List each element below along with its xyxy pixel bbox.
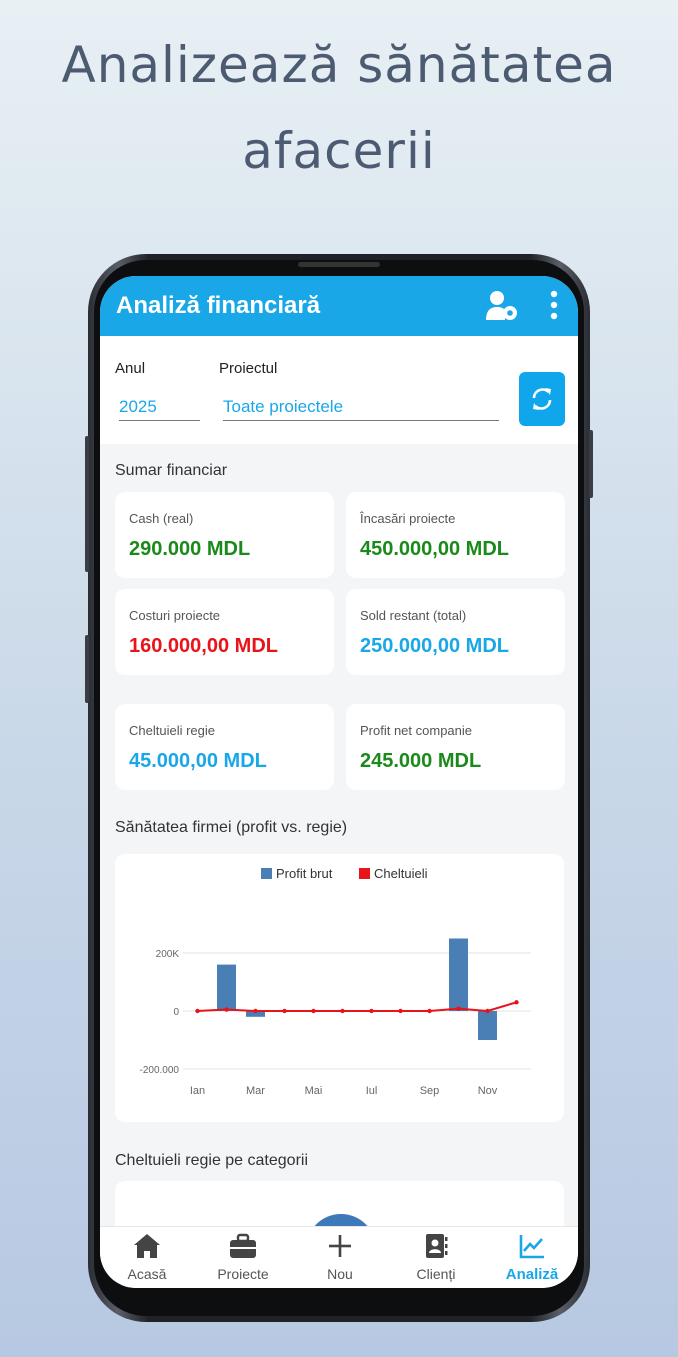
bar-Oct	[449, 938, 468, 1011]
nav-projects[interactable]: Proiecte	[198, 1233, 288, 1282]
card-value: 450.000,00 MDL	[360, 538, 509, 560]
side-button	[85, 635, 89, 703]
app-screen: Analiză financiară Anul 2025 Proiectul T…	[100, 276, 578, 1288]
expense-point-Apr	[282, 1008, 287, 1014]
summary-title: Sumar financiar	[115, 462, 228, 479]
expense-point-Aug	[398, 1008, 403, 1014]
card-value: 160.000,00 MDL	[129, 635, 278, 657]
card-label: Încasări proiecte	[360, 511, 456, 526]
headline: Analizează sănătatea afacerii	[0, 22, 678, 194]
y-tick-label: -200.000	[140, 1065, 180, 1076]
expense-point-Mai	[311, 1008, 316, 1014]
health-chart-card: Profit brut Cheltuieli 200K 0 -200.000 Ian M…	[115, 854, 564, 1122]
nav-label: Analiză	[505, 1266, 559, 1283]
year-select[interactable]: 2025	[119, 397, 200, 421]
x-tick-label: Nov	[478, 1085, 498, 1097]
card-value: 45.000,00 MDL	[129, 750, 267, 772]
nav-clients[interactable]: Clienți	[391, 1233, 481, 1282]
nav-label: Acasă	[127, 1266, 167, 1282]
expense-point-Feb	[224, 1007, 229, 1012]
more-vert-icon[interactable]	[549, 290, 559, 325]
card-value: 245.000 MDL	[360, 750, 482, 772]
briefcase-icon	[230, 1233, 256, 1258]
summary-card-cash: Cash (real) 290.000 MDL	[115, 492, 334, 578]
summary-card-costs: Costuri proiecte 160.000,00 MDL	[115, 589, 334, 675]
bar-Nov	[478, 1011, 497, 1040]
nav-label: Proiecte	[217, 1266, 269, 1282]
project-label: Proiectul	[219, 360, 278, 377]
summary-card-overhead: Cheltuieli regie 45.000,00 MDL	[115, 704, 334, 790]
refresh-button[interactable]	[519, 372, 565, 426]
x-tick-label: Sep	[420, 1085, 440, 1097]
x-tick-label: Mai	[305, 1085, 323, 1097]
nav-home[interactable]: Acasă	[102, 1233, 192, 1282]
card-label: Profit net companie	[360, 723, 473, 738]
plus-icon	[329, 1235, 351, 1257]
card-value: 250.000,00 MDL	[360, 635, 509, 657]
health-chart: Profit brut Cheltuieli 200K 0 -200.000 Ian M…	[140, 866, 531, 1097]
home-icon	[134, 1234, 160, 1258]
expense-point-Ian	[195, 1008, 200, 1014]
nav-label: Clienți	[416, 1266, 456, 1282]
health-title: Sănătatea firmei (profit vs. regie)	[115, 819, 348, 836]
headline-line-2: afacerii	[242, 122, 436, 180]
nav-analysis[interactable]: Analiză	[487, 1233, 577, 1283]
app-bar: Analiză financiară	[100, 276, 578, 336]
chart-icon	[519, 1235, 544, 1259]
legend-label[interactable]: Cheltuieli	[374, 866, 428, 881]
card-label: Sold restant (total)	[360, 608, 467, 623]
x-tick-label: Mar	[246, 1085, 265, 1097]
y-tick-label: 0	[173, 1007, 179, 1018]
legend-label[interactable]: Profit brut	[276, 866, 333, 881]
expense-point-Mar	[253, 1008, 258, 1014]
x-tick-label: Iul	[366, 1085, 378, 1097]
project-select[interactable]: Toate proiectele	[223, 397, 499, 421]
power-button	[589, 430, 593, 498]
card-label: Cash (real)	[129, 511, 194, 526]
card-label: Costuri proiecte	[129, 608, 221, 623]
expense-point-Iul	[369, 1008, 374, 1014]
expense-point-Sep	[427, 1008, 432, 1014]
refresh-icon	[532, 388, 552, 410]
summary-card-outstanding: Sold restant (total) 250.000,00 MDL	[346, 589, 565, 675]
nav-new[interactable]: Nou	[295, 1233, 385, 1282]
y-tick-label: 200K	[156, 949, 180, 960]
filters-panel: Anul 2025 Proiectul Toate proiectele	[100, 336, 578, 444]
user-settings-icon[interactable]	[486, 290, 520, 327]
x-tick-label: Ian	[190, 1085, 205, 1097]
year-label: Anul	[115, 360, 146, 377]
phone-speaker	[298, 262, 380, 267]
volume-button	[85, 436, 89, 572]
legend-swatch	[359, 868, 370, 879]
card-label: Cheltuieli regie	[129, 723, 215, 738]
summary-card-net-profit: Profit net companie 245.000 MDL	[346, 704, 565, 790]
expense-point-Nov	[485, 1008, 490, 1014]
nav-label: Nou	[327, 1266, 353, 1282]
legend-swatch	[261, 868, 272, 879]
headline-line-1: Analizează sănătatea	[61, 36, 617, 94]
contacts-icon	[426, 1234, 448, 1258]
expense-point-Oct	[456, 1006, 461, 1011]
expense-point-Dec	[514, 1000, 519, 1005]
page-title: Analiză financiară	[116, 292, 321, 319]
bottom-nav: Acasă Proiecte Nou Clienți Analiză	[100, 1226, 578, 1288]
card-value: 290.000 MDL	[129, 538, 251, 560]
summary-card-income: Încasări proiecte 450.000,00 MDL	[346, 492, 565, 578]
bar-Feb	[217, 964, 236, 1011]
expense-point-Iun	[340, 1008, 345, 1014]
categories-title: Cheltuieli regie pe categorii	[115, 1152, 308, 1169]
expenses-line	[197, 1001, 517, 1013]
